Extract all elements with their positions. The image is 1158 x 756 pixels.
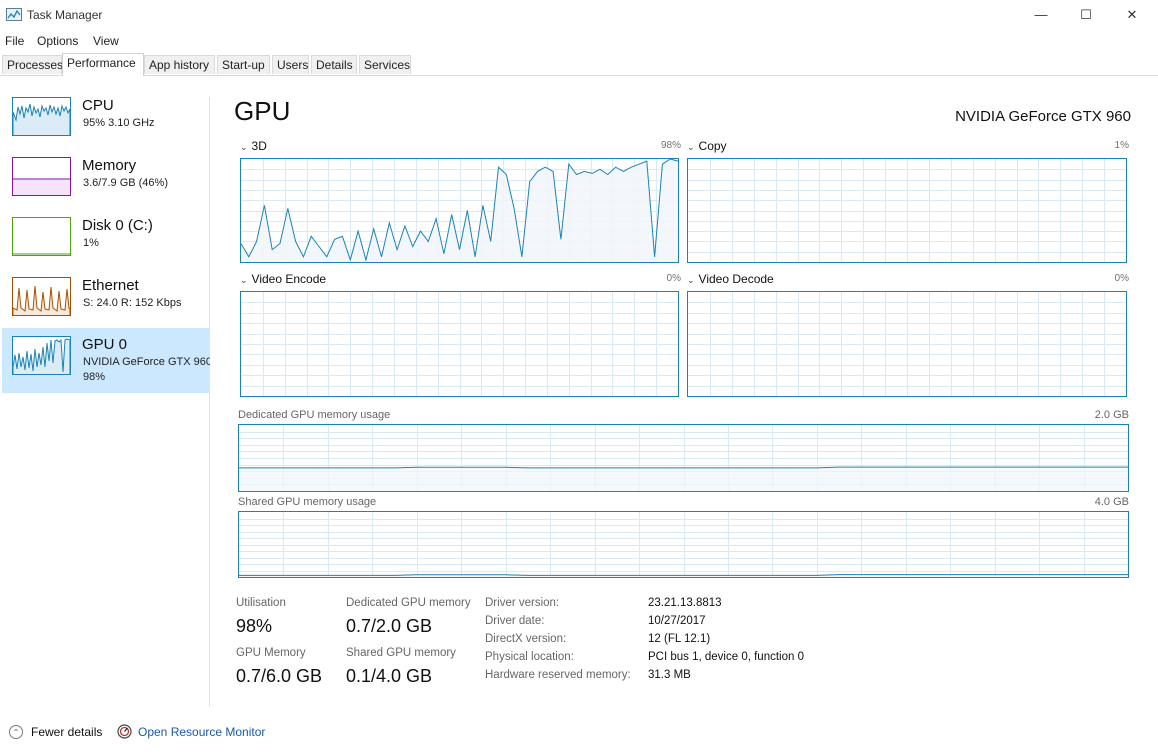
sidebar-item-cpu[interactable]: CPU 95% 3.10 GHz bbox=[2, 97, 209, 161]
tab-users[interactable]: Users bbox=[272, 55, 309, 74]
sidebar-gpu-name: NVIDIA GeForce GTX 960 bbox=[83, 356, 210, 368]
engine-decode-selector[interactable]: ⌄ Video Decode bbox=[687, 272, 774, 286]
shared-memory-graph bbox=[238, 511, 1129, 578]
dedicated-gpu-memory-value: 0.7/2.0 GB bbox=[346, 616, 433, 636]
engine-encode-selector[interactable]: ⌄ Video Encode bbox=[240, 272, 326, 286]
sidebar-item-memory[interactable]: Memory 3.6/7.9 GB (46%) bbox=[2, 157, 209, 221]
sidebar-cpu-title: CPU bbox=[82, 97, 114, 114]
engine-3d-graph bbox=[240, 158, 679, 263]
engine-3d-label: 3D bbox=[251, 139, 267, 153]
minimize-button[interactable]: — bbox=[1018, 0, 1064, 30]
engine-copy-percent: 1% bbox=[1114, 140, 1129, 151]
sidebar-memory-detail: 3.6/7.9 GB (46%) bbox=[83, 177, 168, 189]
chevron-down-icon: ⌄ bbox=[240, 275, 248, 285]
driver-version-label: Driver version: bbox=[485, 597, 560, 609]
dedicated-memory-graph bbox=[238, 424, 1129, 492]
sidebar-disk-detail: 1% bbox=[83, 237, 99, 249]
dedicated-gpu-memory-label: Dedicated GPU memory bbox=[346, 597, 471, 609]
engine-decode-label: Video Decode bbox=[698, 272, 774, 286]
tab-services[interactable]: Services bbox=[359, 55, 411, 74]
chevron-down-icon: ⌄ bbox=[687, 275, 695, 285]
engine-decode-percent: 0% bbox=[1114, 273, 1129, 284]
title-bar: Task Manager — ☐ ✕ bbox=[0, 0, 1158, 30]
sidebar-gpu-percent: 98% bbox=[83, 371, 106, 383]
gpu-thumbnail bbox=[12, 336, 71, 375]
engine-encode-label: Video Encode bbox=[251, 272, 327, 286]
driver-date-value: 10/27/2017 bbox=[648, 615, 706, 627]
utilisation-value: 98% bbox=[236, 616, 273, 636]
dedicated-memory-label: Dedicated GPU memory usage bbox=[238, 409, 391, 421]
engine-copy-selector[interactable]: ⌄ Copy bbox=[687, 139, 727, 153]
fewer-details-button[interactable]: Fewer details bbox=[31, 725, 102, 739]
driver-version-value: 23.21.13.8813 bbox=[648, 597, 722, 609]
sidebar-item-disk[interactable]: Disk 0 (C:) 1% bbox=[2, 217, 209, 281]
disk-thumbnail bbox=[12, 217, 71, 256]
sidebar-item-gpu[interactable]: GPU 0 NVIDIA GeForce GTX 960 98% bbox=[2, 328, 210, 393]
menu-view[interactable]: View bbox=[93, 34, 119, 48]
menu-options[interactable]: Options bbox=[37, 34, 78, 48]
sidebar-disk-title: Disk 0 (C:) bbox=[82, 217, 153, 234]
menu-file[interactable]: File bbox=[5, 34, 24, 48]
tab-performance[interactable]: Performance bbox=[62, 53, 144, 76]
engine-decode-graph bbox=[687, 291, 1127, 397]
tab-details[interactable]: Details bbox=[311, 55, 357, 74]
close-button[interactable]: ✕ bbox=[1109, 0, 1155, 30]
gpu-3d-area bbox=[241, 159, 678, 262]
directx-version-label: DirectX version: bbox=[485, 633, 567, 645]
driver-date-label: Driver date: bbox=[485, 615, 545, 627]
physical-location-value: PCI bus 1, device 0, function 0 bbox=[648, 651, 804, 663]
sidebar-ethernet-detail: S: 24.0 R: 152 Kbps bbox=[83, 297, 182, 309]
chevron-down-icon: ⌄ bbox=[687, 142, 695, 152]
reserved-memory-label: Hardware reserved memory: bbox=[485, 669, 631, 681]
cpu-thumbnail bbox=[12, 97, 71, 136]
engine-encode-percent: 0% bbox=[666, 273, 681, 284]
sidebar-memory-title: Memory bbox=[82, 157, 137, 174]
chevron-up-icon[interactable]: ⌃ bbox=[9, 725, 23, 739]
engine-copy-graph bbox=[687, 158, 1127, 263]
resource-monitor-icon bbox=[117, 724, 132, 739]
dedicated-memory-area bbox=[239, 467, 1128, 491]
memory-thumbnail bbox=[12, 157, 71, 196]
engine-encode-graph bbox=[240, 291, 679, 397]
engine-3d-selector[interactable]: ⌄ 3D bbox=[240, 139, 267, 153]
shared-memory-max: 4.0 GB bbox=[1094, 496, 1129, 508]
maximize-button[interactable]: ☐ bbox=[1063, 0, 1109, 30]
gpu-memory-label: GPU Memory bbox=[236, 647, 306, 659]
tab-startup[interactable]: Start-up bbox=[217, 55, 270, 74]
open-resource-monitor-link[interactable]: Open Resource Monitor bbox=[138, 725, 265, 739]
dedicated-memory-max: 2.0 GB bbox=[1094, 409, 1129, 421]
shared-memory-label: Shared GPU memory usage bbox=[238, 496, 377, 508]
engine-3d-percent: 98% bbox=[660, 140, 681, 151]
gpu-memory-value: 0.7/6.0 GB bbox=[236, 666, 323, 686]
task-manager-icon bbox=[6, 8, 22, 21]
chevron-down-icon: ⌄ bbox=[240, 142, 248, 152]
gpu-device-name: NVIDIA GeForce GTX 960 bbox=[955, 108, 1131, 125]
window-title: Task Manager bbox=[27, 8, 103, 22]
physical-location-label: Physical location: bbox=[485, 651, 574, 663]
page-title: GPU bbox=[234, 96, 291, 126]
tab-processes[interactable]: Processes bbox=[2, 55, 63, 74]
sidebar-gpu-title: GPU 0 bbox=[82, 336, 128, 353]
utilisation-label: Utilisation bbox=[236, 597, 286, 609]
tab-app-history[interactable]: App history bbox=[144, 55, 215, 74]
directx-version-value: 12 (FL 12.1) bbox=[648, 633, 711, 645]
sidebar-cpu-detail: 95% 3.10 GHz bbox=[83, 117, 155, 129]
engine-copy-label: Copy bbox=[698, 139, 727, 153]
reserved-memory-value: 31.3 MB bbox=[648, 669, 691, 681]
sidebar-ethernet-title: Ethernet bbox=[82, 277, 139, 294]
shared-gpu-memory-label: Shared GPU memory bbox=[346, 647, 456, 659]
shared-gpu-memory-value: 0.1/4.0 GB bbox=[346, 666, 433, 686]
ethernet-thumbnail bbox=[12, 277, 71, 316]
